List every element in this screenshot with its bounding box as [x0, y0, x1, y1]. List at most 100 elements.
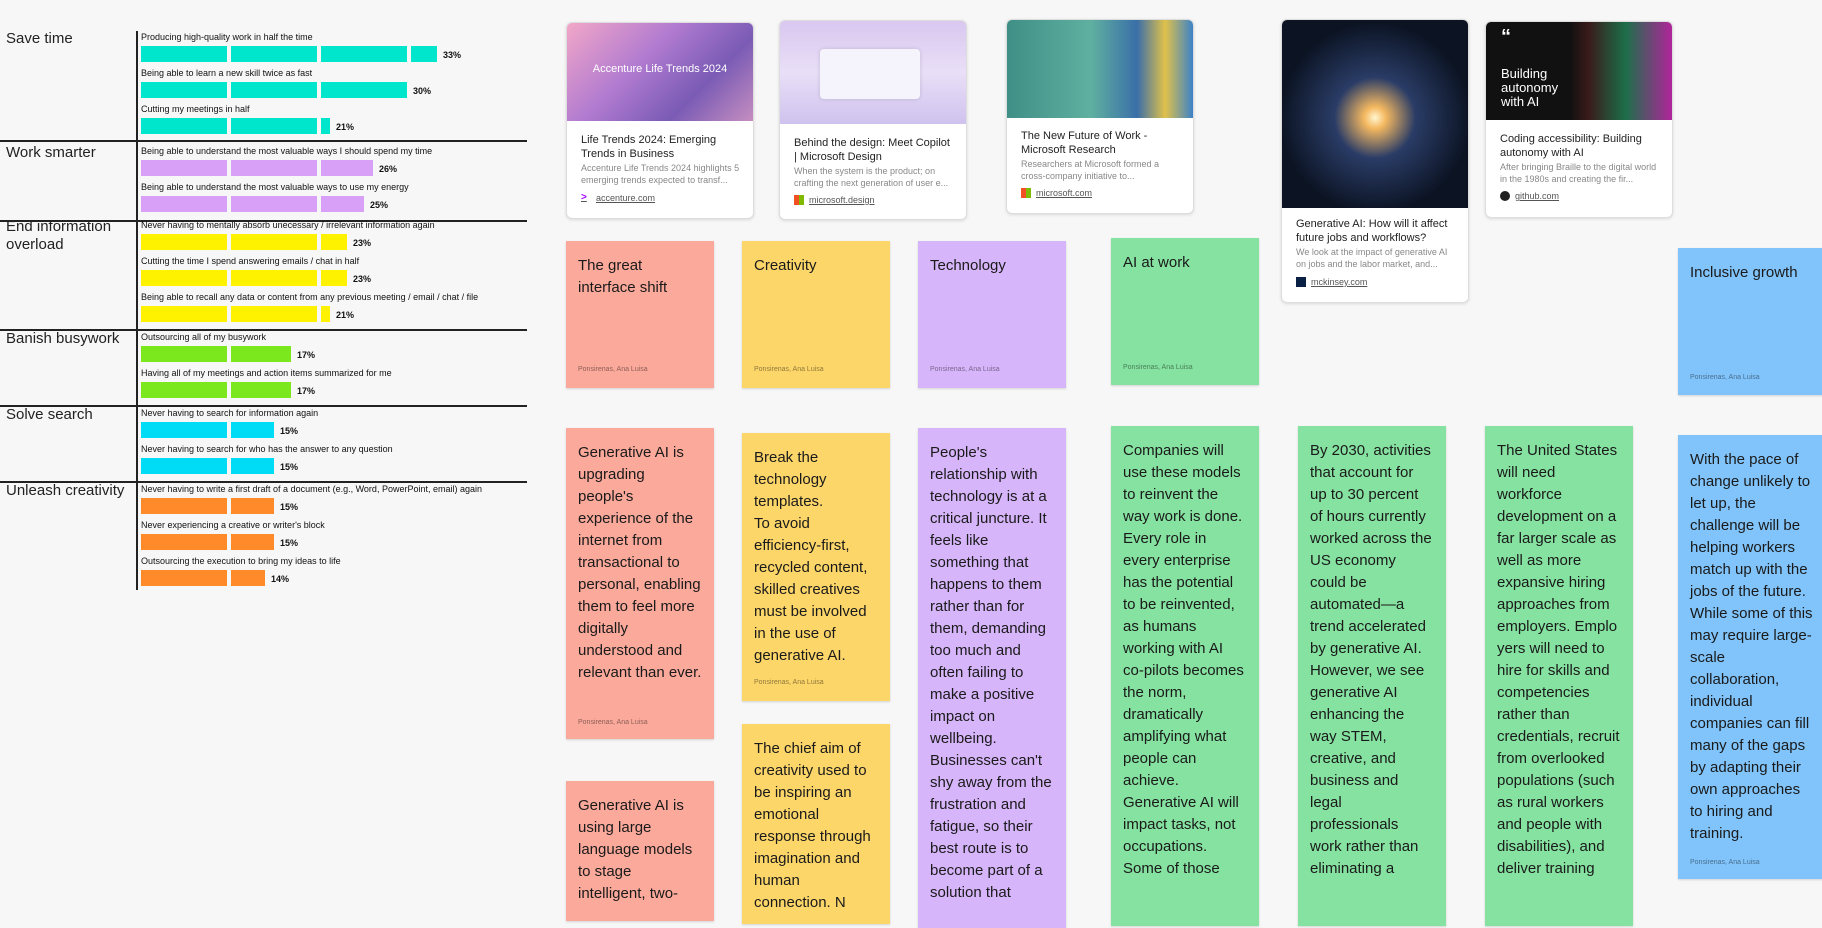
bar-value-label: 26%	[379, 164, 398, 174]
sticky-note-relationship-technology[interactable]: People's relationship with technology is…	[918, 428, 1066, 928]
bar-label: Being able to understand the most valuab…	[141, 146, 433, 156]
bar-segment	[231, 160, 317, 176]
sticky-text: Companies will use these models to reinv…	[1123, 442, 1244, 877]
chart-group-label: Solve search	[6, 406, 93, 423]
bar-segment	[141, 422, 227, 438]
bar-label: Cutting the time I spend answering email…	[141, 256, 360, 266]
card-thumbnail	[1282, 20, 1468, 208]
bar-label: Outsourcing the execution to bring my id…	[141, 556, 341, 566]
bar-label: Producing high-quality work in half the …	[141, 32, 313, 42]
bar-label: Never having to search for information a…	[141, 408, 319, 418]
group-separator	[0, 140, 527, 142]
sticky-author: Ponsirenas, Ana Luisa	[930, 366, 1000, 373]
bar-label: Outsourcing all of my busywork	[141, 332, 267, 342]
bar-segment	[231, 196, 317, 212]
chart-axis-line	[136, 31, 138, 590]
bar-label: Being able to understand the most valuab…	[141, 182, 409, 192]
bar-segment	[231, 82, 317, 98]
sticky-note-pace-of-change[interactable]: With the pace of change unlikely to let …	[1678, 435, 1822, 879]
bar-segment	[141, 196, 227, 212]
bar-segment	[321, 118, 330, 134]
chart-group-label: Banish busywork	[6, 330, 120, 347]
sticky-author: Ponsirenas, Ana Luisa	[1690, 374, 1760, 381]
card-title: Coding accessibility: Building autonomy …	[1500, 133, 1642, 159]
sticky-author: Ponsirenas, Ana Luisa	[754, 366, 824, 373]
sticky-note-creativity[interactable]: Creativity Ponsirenas, Ana Luisa	[742, 241, 890, 388]
bar-segment	[321, 160, 373, 176]
bar-value-label: 23%	[353, 274, 372, 284]
card-site-link[interactable]: microsoft.com	[1021, 188, 1092, 198]
bar-segment	[231, 382, 291, 398]
bar-label: Never having to write a first draft of a…	[141, 484, 482, 494]
sticky-text: Break the technology templates. To avoid…	[754, 449, 868, 664]
card-site-link[interactable]: > accenture.com	[581, 192, 655, 204]
chart-group-label: Save time	[6, 30, 73, 47]
card-site-label: microsoft.com	[1036, 188, 1093, 198]
sticky-note-united-states-workforce[interactable]: The United States will need workforce de…	[1485, 426, 1633, 926]
card-thumbnail	[1007, 20, 1193, 118]
bar-value-label: 15%	[280, 538, 299, 548]
sticky-note-generative-ai-upgrading[interactable]: Generative AI is upgrading people's expe…	[566, 428, 714, 739]
card-description: We look at the impact of generative AI o…	[1296, 247, 1448, 269]
bar-label: Being able to learn a new skill twice as…	[141, 68, 313, 78]
bar-segment	[141, 82, 227, 98]
bar-label: Having all of my meetings and action ite…	[141, 368, 392, 378]
survey-bar-chart: Save time Producing high-quality work in …	[0, 0, 530, 600]
card-description: When the system is the product; on craft…	[794, 166, 949, 188]
card-site-link[interactable]: mckinsey.com	[1296, 277, 1367, 287]
bar-segment	[141, 306, 227, 322]
bar-segment	[141, 234, 227, 250]
sticky-text: Inclusive growth	[1690, 264, 1798, 281]
bar-segment	[231, 346, 291, 362]
link-card-microsoft-design[interactable]: Behind the design: Meet Copilot | Micros…	[779, 20, 967, 220]
microsoft-icon	[794, 195, 804, 205]
bar-segment	[231, 534, 274, 550]
bar-segment	[141, 346, 227, 362]
bar-segment	[141, 534, 227, 550]
sticky-note-companies-reinvent[interactable]: Companies will use these models to reinv…	[1111, 426, 1259, 926]
sticky-text: The United States will need workforce de…	[1497, 442, 1620, 877]
link-card-accenture[interactable]: Accenture Life Trends 2024 Life Trends 2…	[566, 22, 754, 219]
card-thumbnail: “ Building autonomy with AI	[1486, 22, 1672, 120]
link-card-mckinsey[interactable]: Generative AI: How will it affect future…	[1281, 19, 1469, 303]
bar-segment	[231, 118, 317, 134]
bar-segment	[141, 382, 227, 398]
card-site-label: mckinsey.com	[1311, 277, 1368, 287]
sticky-note-break-templates[interactable]: Break the technology templates. To avoid…	[742, 433, 890, 701]
sticky-note-ai-at-work[interactable]: AI at work Ponsirenas, Ana Luisa	[1111, 238, 1259, 385]
bar-value-label: 17%	[297, 386, 316, 396]
bar-segment	[141, 570, 227, 586]
card-site-link[interactable]: microsoft.design	[794, 195, 875, 205]
bar-value-label: 30%	[413, 86, 432, 96]
chart-group-label: Unleash creativity	[6, 482, 125, 499]
bar-value-label: 33%	[443, 50, 462, 60]
sticky-note-generative-ai-llm[interactable]: Generative AI is using large language mo…	[566, 781, 714, 921]
bar-value-label: 15%	[280, 502, 299, 512]
bar-label: Never having to search for who has the a…	[141, 444, 393, 454]
bar-segment	[231, 306, 317, 322]
link-card-github[interactable]: “ Building autonomy with AI Coding acces…	[1485, 21, 1673, 218]
bar-value-label: 21%	[336, 122, 355, 132]
sticky-author: Ponsirenas, Ana Luisa	[578, 366, 648, 373]
sticky-text: With the pace of change unlikely to let …	[1690, 451, 1813, 842]
card-site-label: microsoft.design	[809, 195, 875, 205]
thumbnail-caption: Building autonomy with AI	[1501, 66, 1559, 109]
sticky-text: By 2030, activities that account for up …	[1310, 442, 1432, 877]
sticky-note-inclusive-growth[interactable]: Inclusive growth Ponsirenas, Ana Luisa	[1678, 248, 1822, 395]
bar-segment	[141, 46, 227, 62]
card-site-link[interactable]: github.com	[1500, 191, 1559, 201]
sticky-note-technology[interactable]: Technology Ponsirenas, Ana Luisa	[918, 241, 1066, 388]
sticky-author: Ponsirenas, Ana Luisa	[1690, 859, 1760, 866]
link-card-microsoft-research[interactable]: The New Future of Work - Microsoft Resea…	[1006, 19, 1194, 214]
bar-segment	[321, 306, 330, 322]
sticky-author: Ponsirenas, Ana Luisa	[754, 679, 824, 686]
sticky-text: Generative AI is using large language mo…	[578, 797, 693, 902]
sticky-note-by-2030[interactable]: By 2030, activities that account for up …	[1298, 426, 1446, 926]
sticky-note-chief-aim-creativity[interactable]: The chief aim of creativity used to be i…	[742, 724, 890, 924]
sticky-note-great-interface-shift[interactable]: The great interface shift Ponsirenas, An…	[566, 241, 714, 388]
card-title: Life Trends 2024: Emerging Trends in Bus…	[581, 134, 717, 160]
bar-value-label: 14%	[271, 574, 290, 584]
mckinsey-icon	[1296, 277, 1306, 287]
github-icon	[1500, 191, 1510, 201]
accenture-icon: >	[581, 192, 587, 203]
